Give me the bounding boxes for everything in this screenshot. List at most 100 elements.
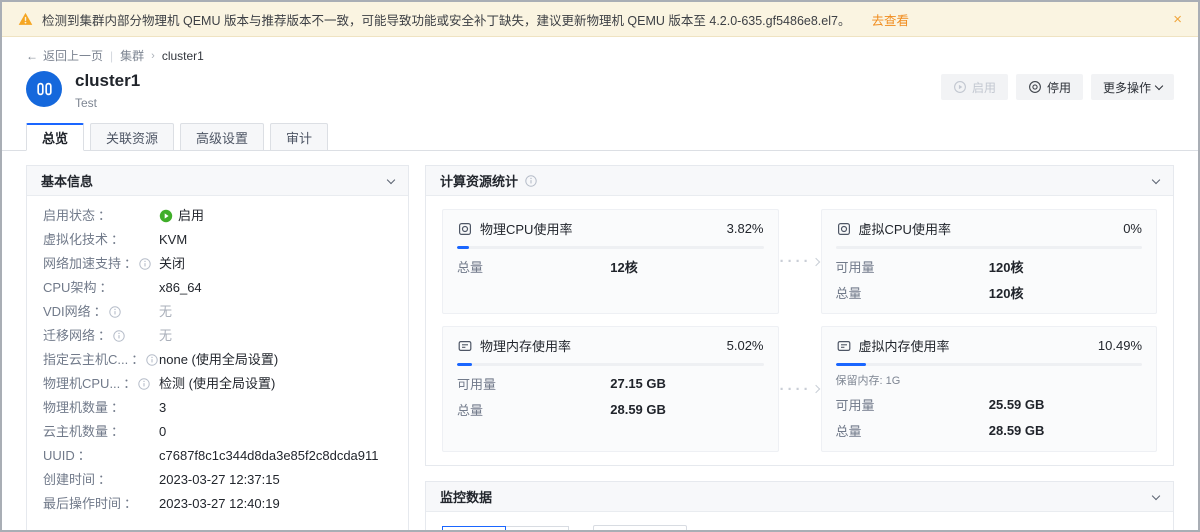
monitor-title: 监控数据 — [440, 487, 492, 506]
info-value: 3 — [159, 401, 392, 415]
cluster-avatar — [26, 71, 62, 107]
memory-icon — [836, 338, 852, 354]
page-body: 基本信息 启用状态： 启用 虚拟化技术： KVM — [2, 151, 1198, 532]
stat-card-percent: 5.02% — [727, 338, 764, 353]
stat-row: 可用量 27.15 GB — [457, 374, 764, 393]
disable-button[interactable]: 停用 — [1016, 74, 1083, 100]
stat-card-virtual-cpu: 虚拟CPU使用率 0% 可用量 120核 总量 120核 — [821, 209, 1158, 314]
breadcrumb-section-cluster[interactable]: 集群 — [120, 47, 144, 64]
stat-card-physical-cpu: 物理CPU使用率 3.82% 总量 12核 — [442, 209, 779, 314]
more-actions-button[interactable]: 更多操作 — [1091, 74, 1174, 100]
more-actions-label: 更多操作 — [1103, 79, 1151, 96]
info-row-enable-state: 启用状态： 启用 — [43, 209, 392, 223]
tab-audit[interactable]: 审计 — [270, 123, 328, 151]
info-label: UUID — [43, 449, 75, 463]
info-row-vdi-network: VDI网络： 无 — [43, 305, 392, 319]
stat-row: 可用量 25.59 GB — [836, 395, 1143, 414]
cluster-detail-page: 检测到集群内部分物理机 QEMU 版本与推荐版本不一致，可能导致功能或安全补丁缺… — [0, 0, 1200, 532]
usage-bar — [836, 246, 1143, 249]
back-arrow-icon: ← — [26, 49, 38, 63]
collapse-chevron-icon[interactable] — [1153, 495, 1159, 499]
info-icon[interactable] — [109, 306, 121, 318]
status-running-icon — [159, 209, 173, 223]
info-value: 启用 — [178, 209, 204, 223]
chevron-down-icon — [1155, 82, 1163, 90]
info-value: c7687f8c1c344d8da3e85f2c8dcda911 — [159, 449, 392, 463]
basic-info-rows: 启用状态： 启用 虚拟化技术： KVM 网络加速支持： — [27, 196, 408, 531]
info-icon[interactable] — [113, 330, 125, 342]
usage-bar — [836, 363, 1143, 366]
tab-related-resources[interactable]: 关联资源 — [90, 123, 174, 151]
page-subtitle: Test — [75, 96, 140, 110]
info-row-migration-network: 迁移网络： 无 — [43, 329, 392, 343]
info-row-cpu-arch: CPU架构： x86_64 — [43, 281, 392, 295]
monitor-header: 监控数据 — [426, 482, 1173, 512]
info-icon[interactable] — [146, 354, 158, 366]
warning-message: 检测到集群内部分物理机 QEMU 版本与推荐版本不一致，可能导致功能或安全补丁缺… — [42, 10, 850, 29]
info-icon[interactable] — [139, 258, 151, 270]
warning-triangle-icon — [18, 12, 33, 26]
compute-stats-header: 计算资源统计 — [426, 166, 1173, 196]
basic-info-header: 基本信息 — [27, 166, 408, 196]
info-value: none (使用全局设置) — [159, 353, 392, 367]
stat-card-title: 物理CPU使用率 — [480, 219, 572, 238]
stat-card-title: 物理内存使用率 — [480, 336, 571, 355]
info-value: 2023-03-27 12:40:19 — [159, 497, 392, 511]
basic-info-title: 基本信息 — [41, 171, 93, 190]
enable-button-label: 启用 — [972, 79, 996, 96]
compute-stats-panel: 计算资源统计 物理CPU使用率 3.82% — [425, 165, 1174, 466]
toggle-vm[interactable]: 云主机 — [505, 526, 569, 532]
breadcrumb-divider: | — [110, 49, 113, 63]
cpu-icon — [836, 221, 852, 237]
warning-banner: 检测到集群内部分物理机 QEMU 版本与推荐版本不一致，可能导致功能或安全补丁缺… — [2, 2, 1198, 37]
stat-card-percent: 3.82% — [727, 221, 764, 236]
info-value: 无 — [159, 305, 392, 319]
close-icon[interactable]: × — [1173, 12, 1182, 27]
tab-bar: 总览 关联资源 高级设置 审计 — [2, 123, 1198, 151]
info-label: CPU架构 — [43, 281, 96, 295]
info-row-host-cpu: 物理机CPU...： 检测 (使用全局设置) — [43, 377, 392, 391]
monitor-panel: 监控数据 物理机 云主机 - 15 分钟 — [425, 481, 1174, 532]
info-label: 迁移网络 — [43, 329, 95, 343]
monitor-target-toggle: 物理机 云主机 — [442, 526, 569, 532]
info-value: 2023-03-27 12:37:15 — [159, 473, 392, 487]
stat-row: 总量 120核 — [836, 283, 1143, 302]
info-label: 最后操作时间 — [43, 497, 121, 511]
reserved-memory-note: 保留内存: 1G — [836, 372, 1143, 388]
tab-advanced-settings[interactable]: 高级设置 — [180, 123, 264, 151]
interval-select[interactable]: 15 分钟 — [593, 525, 687, 532]
info-label: 云主机数量 — [43, 425, 108, 439]
info-icon[interactable] — [525, 175, 537, 187]
info-label: 网络加速支持 — [43, 257, 121, 271]
collapse-chevron-icon[interactable] — [388, 179, 394, 183]
info-row-uuid: UUID： c7687f8c1c344d8da3e85f2c8dcda911 — [43, 449, 392, 463]
tab-overview[interactable]: 总览 — [26, 123, 84, 151]
stat-row: 总量 28.59 GB — [457, 400, 764, 419]
back-link[interactable]: ← 返回上一页 — [26, 47, 103, 64]
info-row-virtualization: 虚拟化技术： KVM — [43, 233, 392, 247]
breadcrumb: ← 返回上一页 | 集群 › cluster1 — [26, 47, 1174, 64]
stat-card-percent: 10.49% — [1098, 338, 1142, 353]
flow-arrow-icon: ···· — [779, 209, 821, 314]
info-label: 物理机CPU... — [43, 377, 120, 391]
stat-card-title: 虚拟CPU使用率 — [859, 219, 951, 238]
stat-card-percent: 0% — [1123, 221, 1142, 236]
info-value: 0 — [159, 425, 392, 439]
info-value: 无 — [159, 329, 392, 343]
info-row-vm-count: 云主机数量： 0 — [43, 425, 392, 439]
page-title: cluster1 — [75, 71, 140, 91]
info-value: 检测 (使用全局设置) — [159, 377, 392, 391]
header-actions: 启用 停用 更多操作 — [941, 74, 1174, 100]
info-value: KVM — [159, 233, 392, 247]
toggle-host[interactable]: 物理机 — [442, 526, 506, 532]
info-label: 启用状态 — [43, 209, 95, 223]
monitor-body: 物理机 云主机 - 15 分钟 物理机全部CPU使用率 — [426, 512, 1173, 532]
info-icon[interactable] — [138, 378, 150, 390]
go-view-link[interactable]: 去查看 — [871, 10, 909, 29]
memory-icon — [457, 338, 473, 354]
collapse-chevron-icon[interactable] — [1153, 179, 1159, 183]
stats-grid: 物理CPU使用率 3.82% 总量 12核 ···· — [426, 196, 1173, 465]
breadcrumb-separator: › — [151, 50, 155, 62]
right-column: 计算资源统计 物理CPU使用率 3.82% — [425, 165, 1174, 532]
enable-button[interactable]: 启用 — [941, 74, 1008, 100]
